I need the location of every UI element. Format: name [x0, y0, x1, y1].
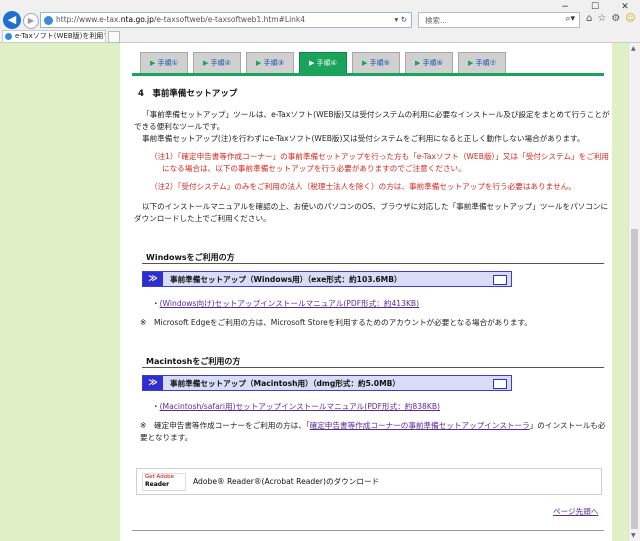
windows-note: ※ Microsoft Edgeをご利用の方は、Microsoft Storeを… [140, 318, 532, 327]
arrow-icon: ▶ [309, 59, 315, 67]
vertical-scrollbar[interactable]: ▲ ▼ [628, 43, 640, 541]
note-2: （注2）「受付システム」のみをご利用の法人（税理士法人を除く）の方は、事前準備セ… [150, 182, 576, 191]
windows-divider [142, 263, 604, 264]
intro-warning: 事前準備セットアップ(注)を行わずにe-Taxソフト(WEB版)又は受付システム… [142, 134, 585, 143]
tab-step-label: 手順① [157, 59, 178, 67]
maximize-button[interactable]: ☐ [580, 0, 610, 14]
forward-button[interactable]: ▶ [23, 13, 39, 29]
page-content: ▶ 手順① ▶ 手順② ▶ 手順③ ▶ 手順④ ▶ 手順⑤ ▶ 手順⑥ ▶ 手順… [120, 43, 612, 541]
windows-manual-link[interactable]: (Windows向け)セットアップインストールマニュアル(PDF形式：約413K… [160, 299, 420, 308]
url-prefix: http://www.e-tax. [56, 15, 121, 24]
dropdown-icon[interactable]: ▾ [395, 15, 399, 24]
tab-step-5[interactable]: ▶ 手順⑤ [352, 52, 400, 74]
back-button[interactable]: ◀ [3, 11, 21, 29]
tab-step-6[interactable]: ▶ 手順⑥ [405, 52, 453, 74]
arrow-icon: ▶ [150, 59, 156, 67]
address-controls[interactable]: ▾ ↻ [395, 15, 407, 24]
tab-title: e-Taxソフト(WEB版)を利用す... [15, 32, 105, 40]
scroll-down-icon[interactable]: ▼ [631, 532, 636, 539]
mac-download-button[interactable]: ≫ 事前準備セットアップ（Macintosh用）（dmg形式：約5.0MB） [142, 375, 512, 391]
right-margin-band [612, 43, 628, 541]
tab-step-label: 手順⑦ [475, 59, 496, 67]
page-top-link[interactable]: ページ先頭へ [553, 506, 598, 517]
double-chevron-icon: ≫ [143, 376, 163, 390]
windows-download-label: 事前準備セットアップ（Windows用）（exe形式：約103.6MB） [170, 275, 402, 284]
mac-divider [142, 367, 604, 368]
scroll-thumb[interactable] [631, 229, 638, 529]
tab-bar: e-Taxソフト(WEB版)を利用す... × [0, 30, 640, 43]
windows-download-button[interactable]: ≫ 事前準備セットアップ（Windows用）（exe形式：約103.6MB） [142, 271, 512, 287]
home-icon[interactable]: ⌂ [586, 13, 592, 24]
double-chevron-icon: ≫ [143, 272, 163, 286]
mac-installer-link[interactable]: 確定申告書等作成コーナーの事前準備セットアップインストーラ [310, 421, 530, 430]
search-input[interactable]: 検索... [425, 15, 447, 26]
new-window-icon [493, 379, 507, 389]
adobe-reader-text: Adobe® Reader®(Acrobat Reader)のダウンロード [193, 477, 380, 486]
url-text: http://www.e-tax.nta.go.jp/e-taxsoftweb/… [56, 15, 305, 24]
windows-heading: Windowsをご利用の方 [146, 253, 235, 262]
url-domain: nta.go.jp [120, 15, 154, 24]
tab-step-4[interactable]: ▶ 手順④ [299, 52, 347, 74]
intro-paragraph: 「事前準備セットアップ」ツールは、e-Taxソフト(WEB版)又は受付システムの… [134, 110, 610, 131]
adobe-reader-logo[interactable]: Get Adobe Reader [142, 473, 186, 491]
settings-gear-icon[interactable]: ⚙ [611, 13, 620, 24]
new-window-icon [493, 275, 507, 285]
tab-step-7[interactable]: ▶ 手順⑦ [458, 52, 506, 74]
arrow-icon: ▶ [468, 59, 474, 67]
refresh-icon[interactable]: ↻ [401, 15, 407, 24]
mac-manual-item: ・(Macintosh/safari用)セットアップインストールマニュアル(PD… [152, 402, 441, 411]
mac-note-prefix: ※ 確定申告書等作成コーナーをご利用の方は、「 [140, 421, 310, 430]
mac-download-label: 事前準備セットアップ（Macintosh用）（dmg形式：約5.0MB） [170, 379, 401, 388]
favorites-star-icon[interactable]: ☆ [597, 13, 606, 24]
tab-step-label: 手順② [210, 59, 231, 67]
tab-step-label: 手順⑤ [369, 59, 390, 67]
arrow-icon: ▶ [203, 59, 209, 67]
toolbar-icons: ⌂ ☆ ⚙ ☺ [586, 13, 636, 24]
tab-step-2[interactable]: ▶ 手順② [193, 52, 241, 74]
adobe-reader-box: Get Adobe Reader Adobe® Reader®(Acrobat R… [136, 468, 602, 495]
address-bar[interactable]: http://www.e-tax.nta.go.jp/e-taxsoftweb/… [40, 12, 412, 28]
mac-note: ※ 確定申告書等作成コーナーをご利用の方は、「確定申告書等作成コーナーの事前準備… [140, 420, 606, 444]
search-icon[interactable]: ⌕▾ [565, 14, 575, 24]
feedback-smiley-icon[interactable]: ☺ [625, 13, 635, 24]
adobe-logo-line2: Reader [145, 481, 170, 488]
arrow-icon: ▶ [256, 59, 262, 67]
tab-close-icon[interactable]: × [95, 31, 102, 42]
scroll-up-icon[interactable]: ▲ [631, 45, 636, 52]
bottom-divider [132, 530, 604, 531]
arrow-icon: ▶ [415, 59, 421, 67]
instruction-paragraph: 以下のインストールマニュアルを確認の上、お使いのパソコンのOS、ブラウザに対応し… [134, 202, 609, 223]
left-margin-band [0, 43, 120, 541]
mac-manual-link[interactable]: (Macintosh/safari用)セットアップインストールマニュアル(PDF… [160, 402, 440, 411]
tab-favicon-icon [5, 33, 12, 40]
arrow-icon: ▶ [362, 59, 368, 67]
url-path: /e-taxsoftweb/e-taxsoftweb1.htm#Link4 [153, 15, 306, 24]
browser-tab[interactable]: e-Taxソフト(WEB版)を利用す... × [2, 30, 106, 42]
adobe-logo-line1: Get Adobe [145, 474, 174, 480]
mac-heading: Macintoshをご利用の方 [146, 357, 241, 366]
close-button[interactable]: ✕ [610, 0, 640, 14]
tab-step-label: 手順④ [316, 59, 337, 67]
forward-arrow-icon: ▶ [27, 16, 35, 25]
page-top-link-text[interactable]: ページ先頭へ [553, 507, 598, 516]
tab-step-label: 手順⑥ [422, 59, 443, 67]
tab-step-label: 手順③ [263, 59, 284, 67]
section-title: 4 事前準備セットアップ [138, 89, 238, 99]
windows-manual-item: ・(Windows向け)セットアップインストールマニュアル(PDF形式：約413… [152, 299, 420, 308]
tabs-underline [132, 73, 604, 76]
back-arrow-icon: ◀ [7, 13, 17, 26]
note-1: （注1）「確定申告書等作成コーナー」の事前準備セットアップを行った方も「e-Ta… [150, 152, 610, 173]
browser-chrome: − ☐ ✕ ◀ ▶ http://www.e-tax.nta.go.jp/e-t… [0, 0, 640, 43]
search-box[interactable]: 検索... ⌕▾ [418, 12, 580, 28]
site-favicon-icon [44, 16, 53, 25]
tab-step-1[interactable]: ▶ 手順① [140, 52, 188, 74]
tab-step-3[interactable]: ▶ 手順③ [246, 52, 294, 74]
new-tab-button[interactable] [108, 31, 120, 43]
